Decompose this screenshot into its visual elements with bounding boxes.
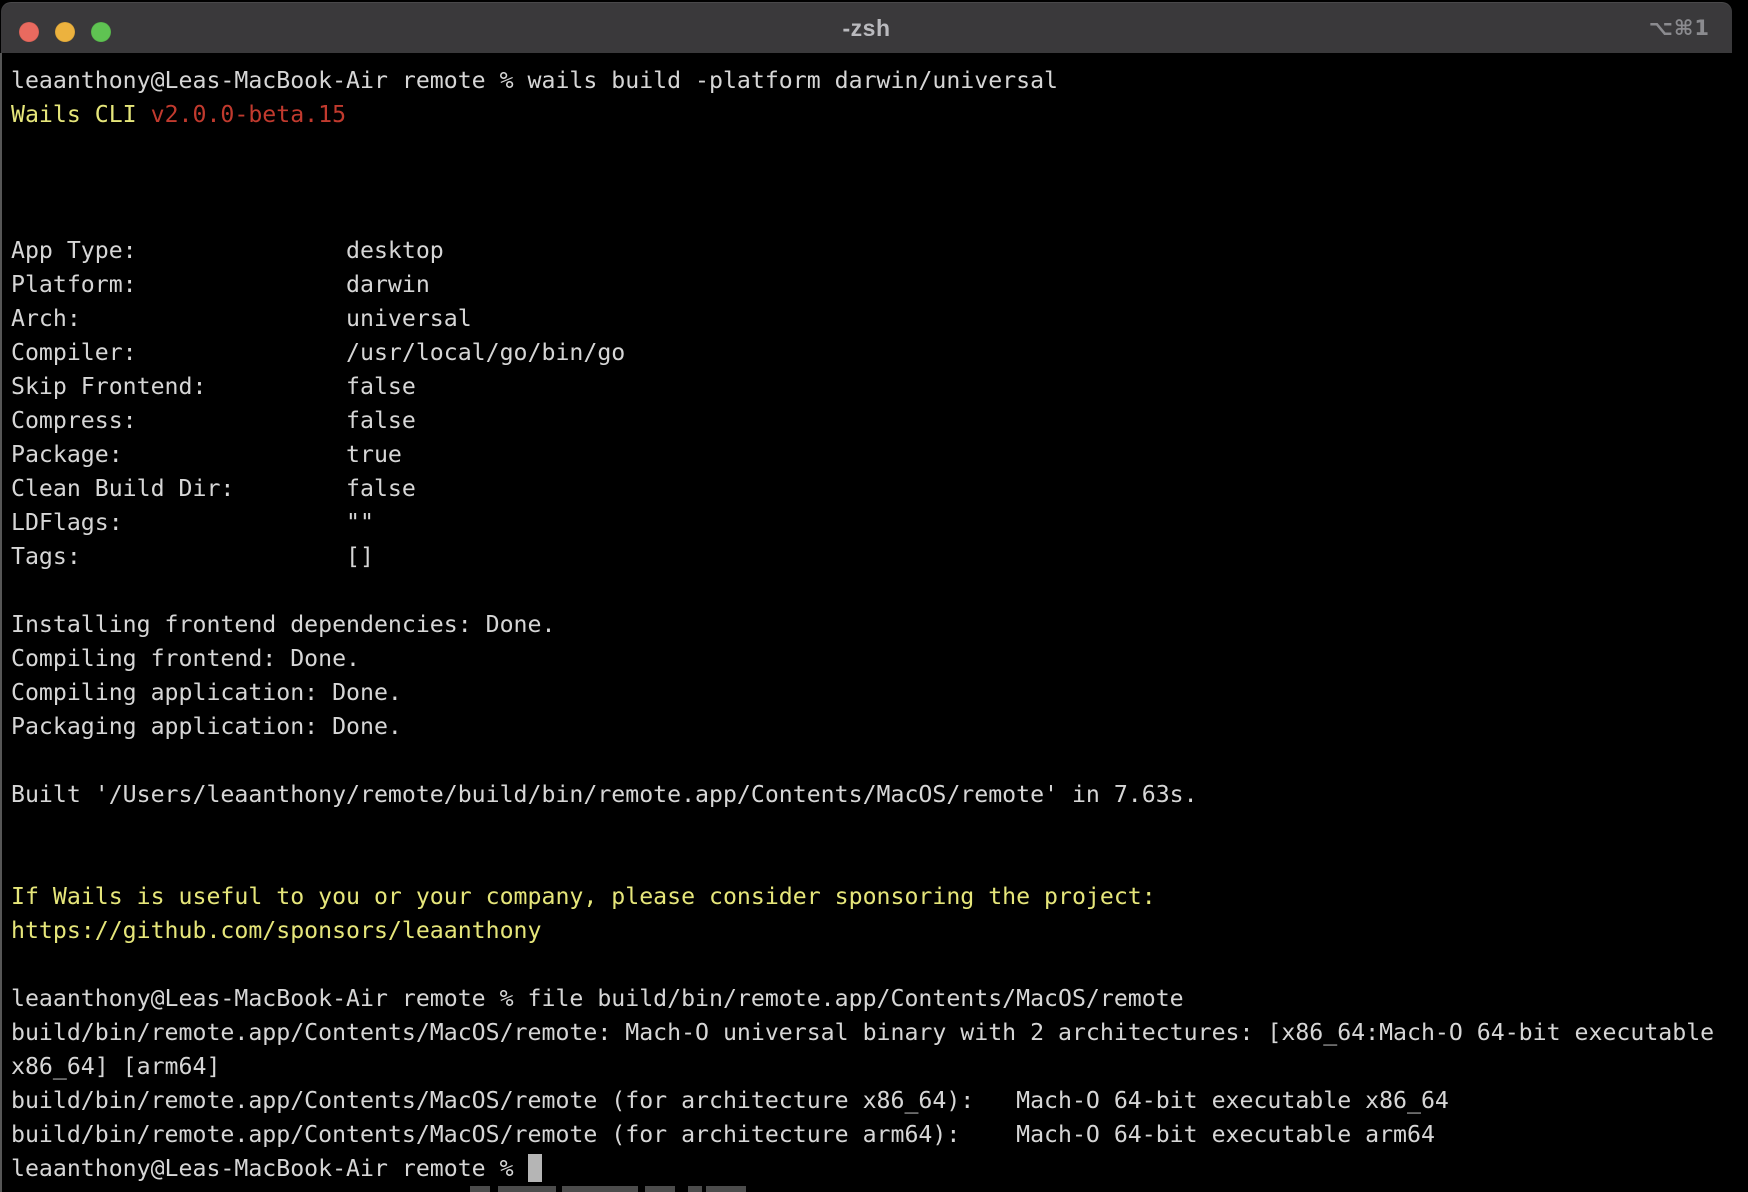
- terminal-window: -zsh ⌥⌘1 leaanthony@Leas-MacBook-Air rem…: [0, 0, 1748, 1192]
- terminal-line: leaanthony@Leas-MacBook-Air remote % wai…: [11, 64, 1748, 98]
- terminal-text-segment: https://github.com/sponsors/leaanthony: [11, 917, 541, 944]
- terminal-line: Packaging application: Done.: [11, 710, 1748, 744]
- cutoff-fragment: [562, 1186, 638, 1192]
- terminal-output[interactable]: leaanthony@Leas-MacBook-Air remote % wai…: [0, 53, 1748, 1192]
- terminal-text-segment: Clean Build Dir: false: [11, 475, 416, 502]
- cutoff-text-fragments: [0, 1185, 1748, 1192]
- terminal-line: [11, 574, 1748, 608]
- terminal-text-segment: Compiler: /usr/local/go/bin/go: [11, 339, 625, 366]
- terminal-line: build/bin/remote.app/Contents/MacOS/remo…: [11, 1118, 1748, 1152]
- terminal-line: leaanthony@Leas-MacBook-Air remote % fil…: [11, 982, 1748, 1016]
- terminal-text-segment: Arch: universal: [11, 305, 472, 332]
- terminal-line: [11, 166, 1748, 200]
- terminal-line: [11, 812, 1748, 846]
- terminal-line: Package: true: [11, 438, 1748, 472]
- terminal-line: Tags: []: [11, 540, 1748, 574]
- terminal-text-segment: x86_64] [arm64]: [11, 1053, 220, 1080]
- terminal-text-segment: Compiling application: Done.: [11, 679, 402, 706]
- terminal-text-segment: Skip Frontend: false: [11, 373, 416, 400]
- terminal-text-segment: Installing frontend dependencies: Done.: [11, 611, 555, 638]
- terminal-line: Clean Build Dir: false: [11, 472, 1748, 506]
- terminal-line: [11, 132, 1748, 166]
- terminal-line: LDFlags: "": [11, 506, 1748, 540]
- terminal-line: Built '/Users/leaanthony/remote/build/bi…: [11, 778, 1748, 812]
- terminal-text-segment: LDFlags: "": [11, 509, 374, 536]
- terminal-text-segment: Built '/Users/leaanthony/remote/build/bi…: [11, 781, 1198, 808]
- terminal-text-segment: Compress: false: [11, 407, 416, 434]
- terminal-text-segment: leaanthony@Leas-MacBook-Air remote %: [11, 1155, 528, 1182]
- terminal-text-segment: App Type: desktop: [11, 237, 444, 264]
- tab-shortcut-badge: ⌥⌘1: [1649, 2, 1710, 53]
- terminal-line: build/bin/remote.app/Contents/MacOS/remo…: [11, 1084, 1748, 1118]
- cutoff-fragment: [498, 1186, 556, 1192]
- terminal-cursor: [528, 1154, 542, 1182]
- window-titlebar[interactable]: -zsh ⌥⌘1: [1, 2, 1732, 53]
- terminal-text-segment: leaanthony@Leas-MacBook-Air remote % fil…: [11, 985, 1184, 1012]
- terminal-line: [11, 744, 1748, 778]
- terminal-text-segment: build/bin/remote.app/Contents/MacOS/remo…: [11, 1121, 1435, 1148]
- terminal-line: [11, 948, 1748, 982]
- cutoff-fragment: [470, 1186, 490, 1192]
- terminal-line: Arch: universal: [11, 302, 1748, 336]
- terminal-line: [11, 200, 1748, 234]
- window-title: -zsh: [1, 2, 1732, 53]
- cutoff-fragment: [645, 1186, 675, 1192]
- terminal-line: Compiling application: Done.: [11, 676, 1748, 710]
- terminal-text-segment: Tags: []: [11, 543, 374, 570]
- terminal-text-segment: Wails CLI: [11, 101, 151, 128]
- terminal-text-segment: Packaging application: Done.: [11, 713, 402, 740]
- terminal-text-segment: v2.0.0-beta.15: [151, 101, 346, 128]
- cutoff-fragment: [688, 1186, 702, 1192]
- terminal-line: Installing frontend dependencies: Done.: [11, 608, 1748, 642]
- terminal-line: Compress: false: [11, 404, 1748, 438]
- terminal-line: Wails CLI v2.0.0-beta.15: [11, 98, 1748, 132]
- terminal-line: Compiling frontend: Done.: [11, 642, 1748, 676]
- terminal-line: build/bin/remote.app/Contents/MacOS/remo…: [11, 1016, 1748, 1050]
- terminal-text-segment: If Wails is useful to you or your compan…: [11, 883, 1156, 910]
- terminal-line: If Wails is useful to you or your compan…: [11, 880, 1748, 914]
- terminal-text-segment: leaanthony@Leas-MacBook-Air remote % wai…: [11, 67, 1058, 94]
- terminal-line: Compiler: /usr/local/go/bin/go: [11, 336, 1748, 370]
- terminal-text-segment: Compiling frontend: Done.: [11, 645, 360, 672]
- terminal-line: Platform: darwin: [11, 268, 1748, 302]
- terminal-line: https://github.com/sponsors/leaanthony: [11, 914, 1748, 948]
- terminal-line: x86_64] [arm64]: [11, 1050, 1748, 1084]
- terminal-line: leaanthony@Leas-MacBook-Air remote %: [11, 1152, 1748, 1186]
- terminal-text-segment: Package: true: [11, 441, 402, 468]
- terminal-line: [11, 846, 1748, 880]
- terminal-text-segment: build/bin/remote.app/Contents/MacOS/remo…: [11, 1019, 1714, 1046]
- terminal-line: App Type: desktop: [11, 234, 1748, 268]
- terminal-text-segment: build/bin/remote.app/Contents/MacOS/remo…: [11, 1087, 1449, 1114]
- terminal-text-segment: Platform: darwin: [11, 271, 430, 298]
- cutoff-fragment: [706, 1186, 746, 1192]
- terminal-line: Skip Frontend: false: [11, 370, 1748, 404]
